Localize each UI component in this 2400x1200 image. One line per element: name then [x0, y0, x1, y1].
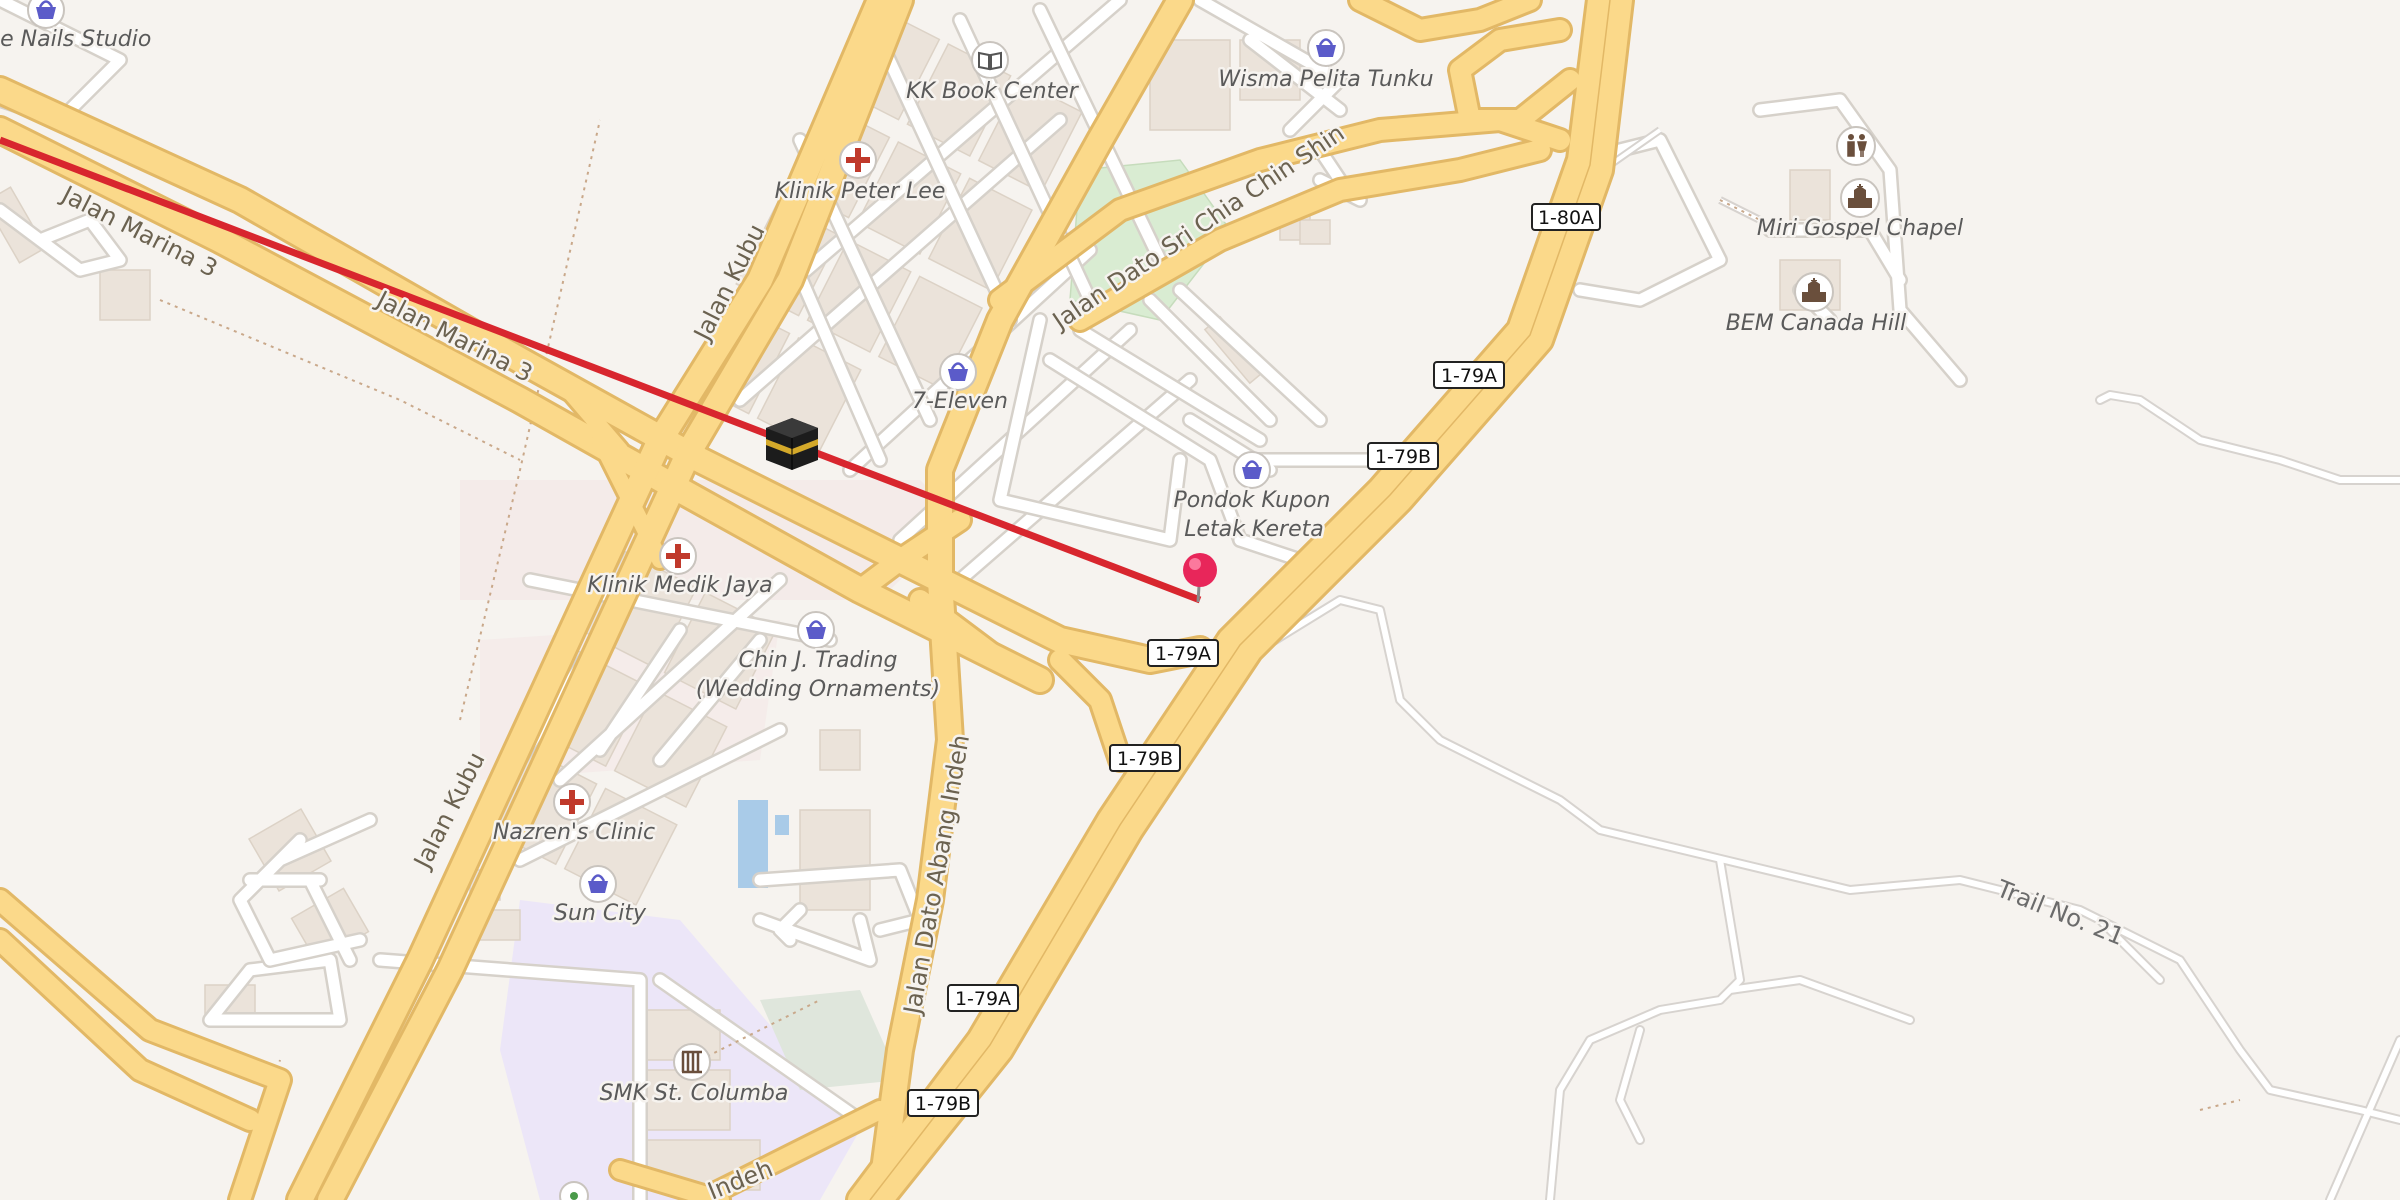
- poi-label: KK Book Center: [906, 79, 1080, 104]
- book-icon[interactable]: [971, 41, 1009, 79]
- church-icon[interactable]: [1840, 178, 1880, 218]
- poi-label: Chin J. Trading: [738, 648, 897, 673]
- poi-label: Pondok Kupon: [1174, 488, 1331, 513]
- poi-label: Sun City: [554, 901, 647, 926]
- poi-label: Miri Gospel Chapel: [1757, 216, 1963, 241]
- svg-text:1-79A: 1-79A: [1441, 365, 1497, 387]
- poi-label: SMK St. Columba: [600, 1081, 789, 1106]
- medical-cross-icon[interactable]: [659, 537, 697, 575]
- route-shield: 1-79A: [947, 984, 1019, 1012]
- shop-basket-icon[interactable]: [27, 0, 65, 29]
- map-canvas[interactable]: Jalan Marina 3 Jalan Marina 3 Jalan Kubu…: [0, 0, 2400, 1200]
- map-svg: Jalan Marina 3 Jalan Marina 3 Jalan Kubu…: [0, 0, 2400, 1200]
- poi-label: BEM Canada Hill: [1726, 311, 1907, 336]
- svg-text:1-79B: 1-79B: [1117, 748, 1173, 770]
- route-shield: 1-79B: [907, 1089, 979, 1117]
- route-shield: 1-79A: [1147, 639, 1219, 667]
- svg-text:1-79B: 1-79B: [1375, 446, 1431, 468]
- shop-basket-icon[interactable]: [1233, 451, 1271, 489]
- shop-basket-icon[interactable]: [939, 353, 977, 391]
- poi-label: Nazren's Clinic: [493, 820, 655, 845]
- poi-label: (Wedding Ornaments): [696, 677, 940, 702]
- route-shield: 1-79A: [1433, 361, 1505, 389]
- svg-text:1-79B: 1-79B: [915, 1093, 971, 1115]
- poi-label: Klinik Peter Lee: [775, 179, 946, 204]
- shop-basket-icon[interactable]: [579, 865, 617, 903]
- medical-cross-icon[interactable]: [553, 783, 591, 821]
- medical-cross-icon[interactable]: [839, 141, 877, 179]
- trail-label: Trail No. 21: [1992, 874, 2128, 951]
- svg-text:1-80A: 1-80A: [1538, 207, 1594, 229]
- school-icon[interactable]: [673, 1043, 711, 1081]
- poi-label: Letak Kereta: [1184, 517, 1324, 542]
- route-shield: 1-79B: [1109, 744, 1181, 772]
- church-icon[interactable]: [1794, 272, 1834, 312]
- poi-label: Klinik Medik Jaya: [587, 573, 772, 598]
- svg-text:1-79A: 1-79A: [1155, 643, 1211, 665]
- shop-basket-icon[interactable]: [797, 611, 835, 649]
- poi-label: 7-Eleven: [912, 389, 1008, 414]
- svg-text:1-79A: 1-79A: [955, 988, 1011, 1010]
- park-icon: [559, 1181, 589, 1200]
- toilets-icon[interactable]: [1836, 126, 1876, 166]
- kaaba-icon[interactable]: [766, 418, 818, 470]
- route-shield: 1-79B: [1367, 442, 1439, 470]
- poi-label: le Nails Studio: [0, 27, 151, 52]
- poi-label: Wisma Pelita Tunku: [1218, 67, 1433, 92]
- shop-basket-icon[interactable]: [1307, 29, 1345, 67]
- route-shield: 1-80A: [1531, 203, 1601, 231]
